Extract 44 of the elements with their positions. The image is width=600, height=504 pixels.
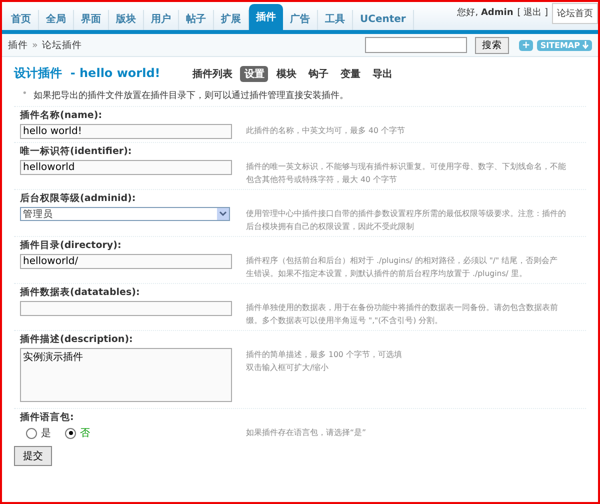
nav-tab[interactable]: 广告 <box>283 10 318 30</box>
field-label: 唯一标识符(identifier): <box>20 145 133 158</box>
logout-link[interactable]: [ 退出 ] <box>517 6 548 19</box>
text-input-field[interactable]: helloworld/ <box>20 254 232 269</box>
breadcrumb-item[interactable]: 插件 <box>8 38 28 52</box>
text-input-field[interactable] <box>20 301 232 316</box>
field-label: 插件数据表(datatables): <box>20 286 141 299</box>
field-label: 插件描述(description): <box>20 333 134 346</box>
note-text: 如果把导出的插件文件放置在插件目录下，则可以通过插件管理直接安装插件。 <box>33 90 348 102</box>
admin-level-select[interactable]: 管理员 <box>20 207 230 221</box>
field-label: 后台权限等级(adminid): <box>20 192 137 205</box>
radio-option[interactable]: 是 <box>26 426 51 440</box>
search-button[interactable]: 搜索 <box>474 36 509 54</box>
nav-tab[interactable]: 帖子 <box>179 10 214 30</box>
sub-tab[interactable]: 设置 <box>240 66 268 82</box>
sub-tab[interactable]: 插件列表 <box>188 66 236 82</box>
search-field[interactable] <box>364 37 467 53</box>
sub-tab[interactable]: 模块 <box>272 66 300 82</box>
sub-tab[interactable]: 钩子 <box>304 66 332 82</box>
text-input-field[interactable]: helloworld <box>20 160 232 175</box>
radio-option[interactable]: 否 <box>65 426 90 440</box>
field-label: 插件目录(directory): <box>20 239 122 252</box>
nav-tab[interactable]: 首页 <box>4 10 39 30</box>
nav-tab[interactable]: 界面 <box>74 10 109 30</box>
field-label: 插件语言包: <box>20 411 75 424</box>
description-textarea[interactable]: 实例演示插件 <box>20 348 232 402</box>
breadcrumb-item[interactable]: 论坛插件 <box>42 38 82 52</box>
sub-tab[interactable]: 导出 <box>368 66 396 82</box>
nav-tab[interactable]: 插件 <box>249 4 283 30</box>
nav-tab[interactable]: 版块 <box>109 10 144 30</box>
breadcrumb-separator: » <box>32 40 38 50</box>
nav-tab[interactable]: 用户 <box>144 10 179 30</box>
down-arrow-icon <box>582 41 589 49</box>
forum-home-button[interactable]: 论坛首页 <box>552 3 598 24</box>
nav-tab[interactable]: 全局 <box>39 10 74 30</box>
page-title: 设计插件 - hello world! <box>14 65 160 82</box>
nav-tab[interactable]: UCenter <box>353 10 414 30</box>
submit-button[interactable]: 提交 <box>14 446 52 466</box>
bullet-icon: • <box>22 89 28 102</box>
greeting-text: 您好, Admin <box>457 6 514 19</box>
text-input-field[interactable]: hello world! <box>20 124 232 139</box>
nav-tab[interactable]: 工具 <box>318 10 353 30</box>
sub-tab[interactable]: 变量 <box>336 66 364 82</box>
field-label: 插件名称(name): <box>20 109 103 122</box>
